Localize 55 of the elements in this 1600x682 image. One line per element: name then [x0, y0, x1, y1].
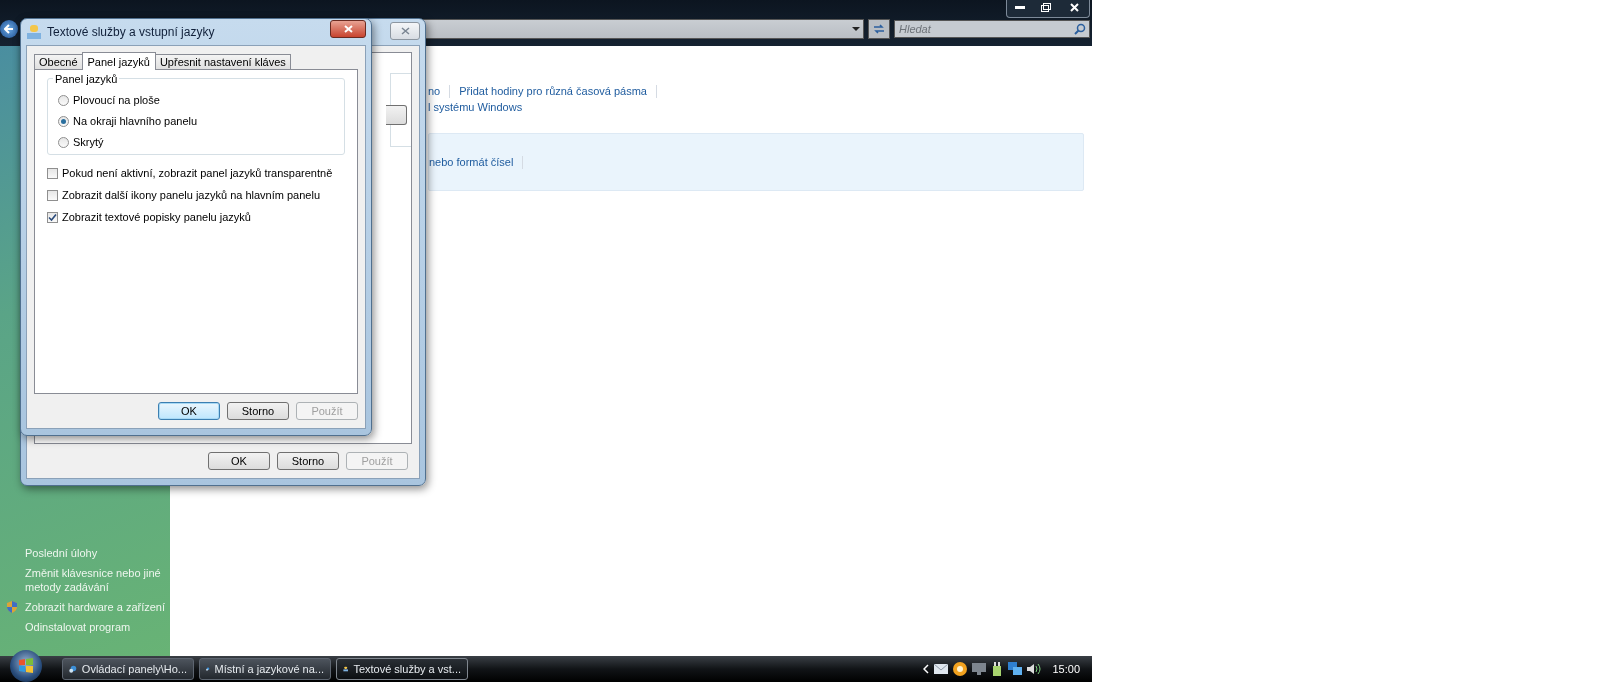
start-button[interactable]: [10, 650, 42, 682]
radio-button[interactable]: [58, 115, 69, 127]
minimize-icon: [1015, 5, 1025, 10]
checkbox-label[interactable]: Pokud není aktivní, zobrazit panel jazyků transparentně: [62, 167, 333, 179]
sidebar-heading: Poslední úlohy: [24, 546, 99, 560]
arrows-icon: [872, 23, 886, 35]
link[interactable]: nebo formát čísel: [429, 156, 514, 168]
radio-button[interactable]: [58, 94, 69, 106]
radio-label[interactable]: Plovoucí na ploše: [73, 94, 160, 106]
back-button[interactable]: [0, 20, 18, 38]
taskbar-button[interactable]: Místní a jazykové na...: [199, 658, 331, 680]
taskbar-button[interactable]: Ovládací panely\Ho...: [62, 658, 194, 680]
checkmark-icon: [48, 212, 57, 222]
dialog-button[interactable]: OK: [208, 452, 270, 470]
dialog-button[interactable]: Storno: [227, 402, 289, 420]
close-icon: [343, 25, 353, 33]
restore-icon: [1041, 3, 1051, 12]
search-field[interactable]: Hledat: [894, 20, 1090, 38]
refresh-button[interactable]: [868, 19, 890, 39]
close-icon: [1069, 3, 1079, 12]
checkbox[interactable]: [47, 167, 58, 179]
link[interactable]: no: [428, 85, 441, 97]
radio-label[interactable]: Skrytý: [73, 136, 104, 148]
windows-logo-icon: [18, 658, 34, 674]
monitor-icon[interactable]: [972, 663, 987, 675]
close-icon: [400, 27, 410, 35]
checkbox-label[interactable]: Zobrazit další ikony panelu jazyků na hlavním panelu: [62, 189, 321, 201]
clock[interactable]: 15:00: [1052, 663, 1080, 675]
chevron-left-icon[interactable]: [923, 664, 930, 674]
radio-button[interactable]: [58, 136, 69, 148]
speaker-icon[interactable]: [1027, 663, 1042, 675]
checkbox[interactable]: [47, 211, 58, 223]
button[interactable]: [386, 105, 407, 125]
search-icon[interactable]: [1074, 23, 1086, 35]
checkbox[interactable]: [47, 189, 58, 201]
shield-icon: [6, 600, 18, 614]
keyboard-icon: [26, 25, 42, 39]
checkbox-label[interactable]: Zobrazit textové popisky panelu jazyků: [62, 211, 251, 223]
tab[interactable]: Panel jazyků: [81, 52, 156, 70]
disc-icon[interactable]: [953, 662, 968, 676]
power-plug-icon[interactable]: [991, 662, 1004, 676]
tab[interactable]: Obecné: [34, 54, 83, 69]
dialog-title: Textové služby a vstupní jazyky: [47, 25, 215, 39]
radio-label[interactable]: Na okraji hlavního panelu: [73, 115, 198, 127]
link[interactable]: l systému Windows: [428, 101, 523, 113]
tab[interactable]: Upřesnit nastavení kláves: [154, 54, 291, 69]
network-icon[interactable]: [1008, 662, 1023, 676]
group-label: Panel jazyků: [53, 73, 120, 85]
close-button[interactable]: [330, 20, 366, 38]
dialog-button[interactable]: OK: [158, 402, 220, 420]
taskbar-button[interactable]: Textové služby a vst...: [336, 658, 468, 680]
dialog-button[interactable]: Storno: [277, 452, 339, 470]
envelope-icon[interactable]: [934, 664, 949, 674]
arrow-left-icon: [4, 24, 14, 34]
link[interactable]: Přidat hodiny pro různá časová pásma: [459, 85, 647, 97]
